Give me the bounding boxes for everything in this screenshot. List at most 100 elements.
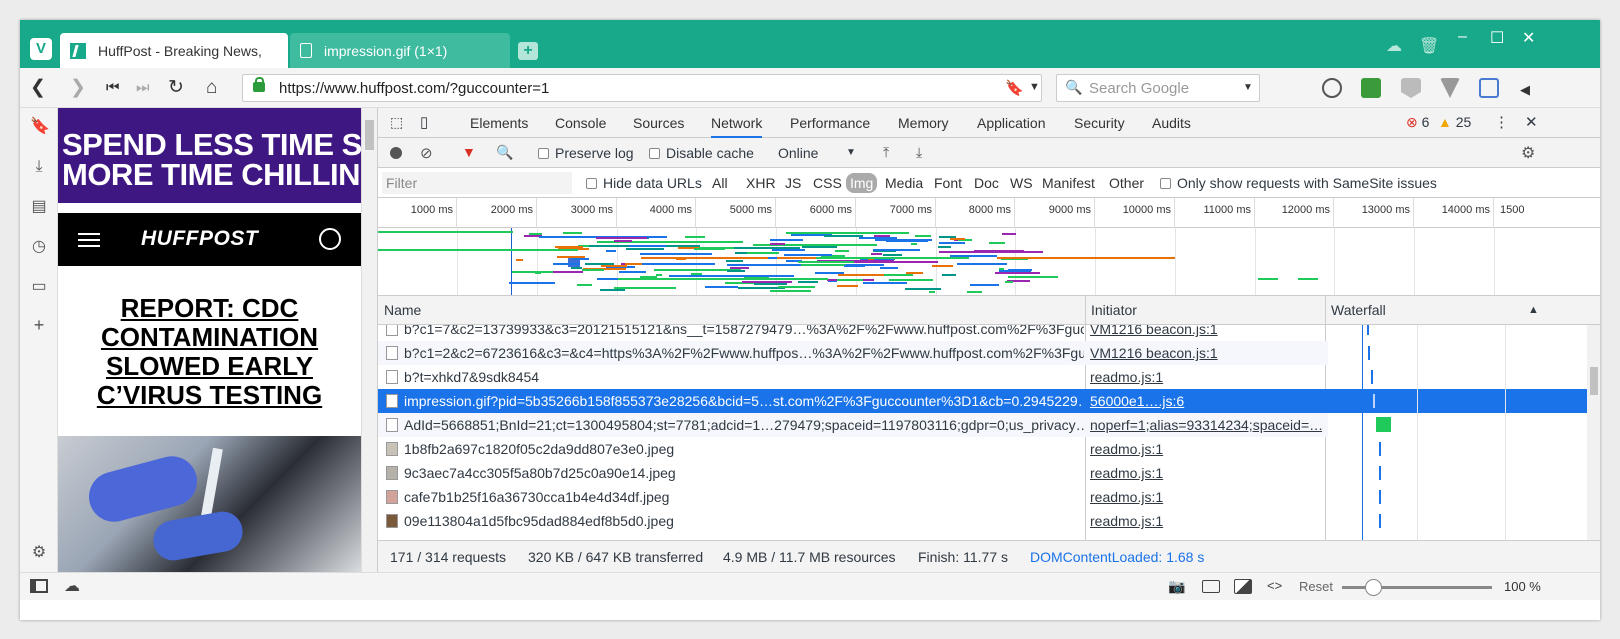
rewind-button[interactable]: ⏮ [106,78,120,98]
tab-console[interactable]: Console [555,115,606,131]
scroll-thumb[interactable] [1590,367,1598,395]
table-row[interactable]: impression.gif?pid=5b35266b158f855373e28… [378,389,1587,413]
import-har-icon[interactable]: ⤒ [883,144,889,161]
filter-type-manifest[interactable]: Manifest [1042,175,1095,191]
filter-icon[interactable]: ▼ [462,144,476,160]
settings-gear-icon[interactable]: ⚙ [30,544,48,562]
clear-icon[interactable]: ⊘ [420,144,433,162]
settings-gear-icon[interactable]: ⚙ [1521,143,1535,163]
checkbox[interactable] [538,148,549,159]
extension-shield-icon[interactable] [1401,78,1421,98]
tab-elements[interactable]: Elements [470,115,528,131]
filter-input[interactable]: Filter [382,172,572,194]
history-icon[interactable]: ◷ [30,238,48,256]
page-actions-icon[interactable]: <> [1267,578,1282,593]
reload-button[interactable]: ↻ [168,78,184,98]
device-toolbar-icon[interactable]: ▯ [420,113,428,131]
chevron-down-icon[interactable]: ▼ [1029,81,1040,93]
sort-ascending-icon[interactable]: ▲ [1528,304,1539,316]
back-button[interactable]: ❮ [30,78,46,98]
filter-type-ws[interactable]: WS [1010,175,1033,191]
table-row[interactable]: b?t=xhkd7&9sdk8454 readmo.js:1 [378,365,1587,389]
extension-green-icon[interactable] [1361,78,1381,98]
filter-type-media[interactable]: Media [885,175,923,191]
throttling-select[interactable]: Online ▼ [778,145,856,161]
scroll-thumb[interactable] [365,120,374,150]
table-row[interactable]: b?c1=7&c2=13739933&c3=20121515121&ns__t=… [378,325,1587,341]
bookmarks-icon[interactable]: 🔖 [30,118,50,136]
disable-cache-checkbox[interactable]: Disable cache [649,145,754,161]
menu-icon[interactable] [78,233,100,247]
extension-v-icon[interactable] [1440,78,1460,98]
table-row[interactable]: cafe7b1b25f16a36730cca1b4e4d34df.jpeg re… [378,485,1587,509]
search-field[interactable]: 🔍 Search Google ▼ [1056,74,1260,102]
trash-icon[interactable]: 🗑 [1419,36,1439,56]
filter-type-css[interactable]: CSS [813,175,842,191]
checkbox[interactable] [586,178,597,189]
zoom-reset-button[interactable]: Reset [1299,579,1333,594]
hide-data-urls-checkbox[interactable]: Hide data URLs [586,175,702,191]
page-scrollbar[interactable] [361,108,377,572]
vivaldi-menu-icon[interactable]: V [30,38,52,60]
preserve-log-checkbox[interactable]: Preserve log [538,145,634,161]
forward-button[interactable]: ❯ [70,78,86,98]
filter-type-font[interactable]: Font [934,175,962,191]
site-logo[interactable]: HUFFPOST [141,227,258,251]
filter-type-doc[interactable]: Doc [974,175,999,191]
table-row[interactable]: 1b8fb2a697c1820f05c2da9dd807e3e0.jpeg re… [378,437,1587,461]
column-initiator[interactable]: Initiator [1091,302,1137,318]
notes-icon[interactable]: ▤ [30,198,48,216]
tab-memory[interactable]: Memory [898,115,949,131]
extension-calendar-icon[interactable] [1479,78,1499,98]
table-scrollbar[interactable] [1587,325,1600,540]
tab-performance[interactable]: Performance [790,115,870,131]
tab-huffpost[interactable]: HuffPost - Breaking News, [60,33,288,68]
initiator-link[interactable]: readmo.js:1 [1090,441,1322,457]
tiling-icon[interactable] [1202,580,1220,593]
tab-sources[interactable]: Sources [633,115,684,131]
more-options-icon[interactable]: ⋮ [1494,113,1509,131]
tab-application[interactable]: Application [977,115,1046,131]
panel-toggle-icon[interactable] [30,579,48,593]
zoom-slider-handle[interactable] [1365,579,1382,596]
table-row[interactable]: 09e113804a1d5fbc95dad884edf8b5d0.jpeg re… [378,509,1587,533]
initiator-link[interactable]: noperf=1;alias=93314234;spaceid=… [1090,417,1322,433]
bookmark-icon[interactable]: 🔖 [1005,79,1024,97]
initiator-link[interactable]: VM1216 beacon.js:1 [1090,345,1322,361]
record-icon[interactable] [390,147,402,159]
samesite-checkbox[interactable]: Only show requests with SameSite issues [1160,175,1437,191]
column-waterfall[interactable]: Waterfall [1331,302,1386,318]
panel-toggle-icon[interactable]: ◀ [1520,80,1530,100]
user-icon[interactable] [319,228,341,250]
inspect-element-icon[interactable]: ⬚ [390,114,403,131]
article-photo[interactable] [58,436,361,572]
fast-forward-button[interactable]: ⏭ [136,78,150,98]
timeline-overview[interactable] [378,228,1600,296]
initiator-link[interactable]: VM1216 beacon.js:1 [1090,325,1322,337]
tab-security[interactable]: Security [1074,115,1125,131]
filter-type-all[interactable]: All [712,175,728,191]
add-panel-icon[interactable]: + [30,316,48,334]
export-har-icon[interactable]: ⤓ [916,144,922,161]
ad-banner[interactable]: SPEND LESS TIME SI MORE TIME CHILLIN [58,108,361,203]
camera-icon[interactable]: 📷 [1168,578,1185,595]
checkbox[interactable] [1160,178,1171,189]
close-window-button[interactable]: ✕ [1522,28,1535,48]
initiator-link[interactable]: readmo.js:1 [1090,489,1322,505]
chevron-down-icon[interactable]: ▼ [1243,82,1253,93]
timeline-ruler[interactable]: 1000 ms 2000 ms 3000 ms 4000 ms 5000 ms … [378,198,1600,228]
tab-audits[interactable]: Audits [1152,115,1191,131]
error-count[interactable]: ⊗ 6 [1406,114,1429,131]
table-row[interactable]: b?c1=2&c2=6723616&c3=&c4=https%3A%2F%2Fw… [378,341,1587,365]
address-field[interactable]: https://www.huffpost.com/?guccounter=1 🔖… [242,74,1042,102]
warning-count[interactable]: ▲ 25 [1438,114,1471,130]
initiator-link[interactable]: readmo.js:1 [1090,369,1322,385]
downloads-icon[interactable]: ⤓ [30,158,48,176]
initiator-link[interactable]: readmo.js:1 [1090,465,1322,481]
tab-impression-gif[interactable]: impression.gif (1×1) [290,33,510,68]
extension-ublock-icon[interactable] [1322,78,1342,98]
column-name[interactable]: Name [384,302,421,318]
image-toggle-icon[interactable] [1234,579,1252,594]
initiator-link[interactable]: readmo.js:1 [1090,513,1322,529]
cloud-sync-icon[interactable]: ☁ [1386,36,1402,56]
